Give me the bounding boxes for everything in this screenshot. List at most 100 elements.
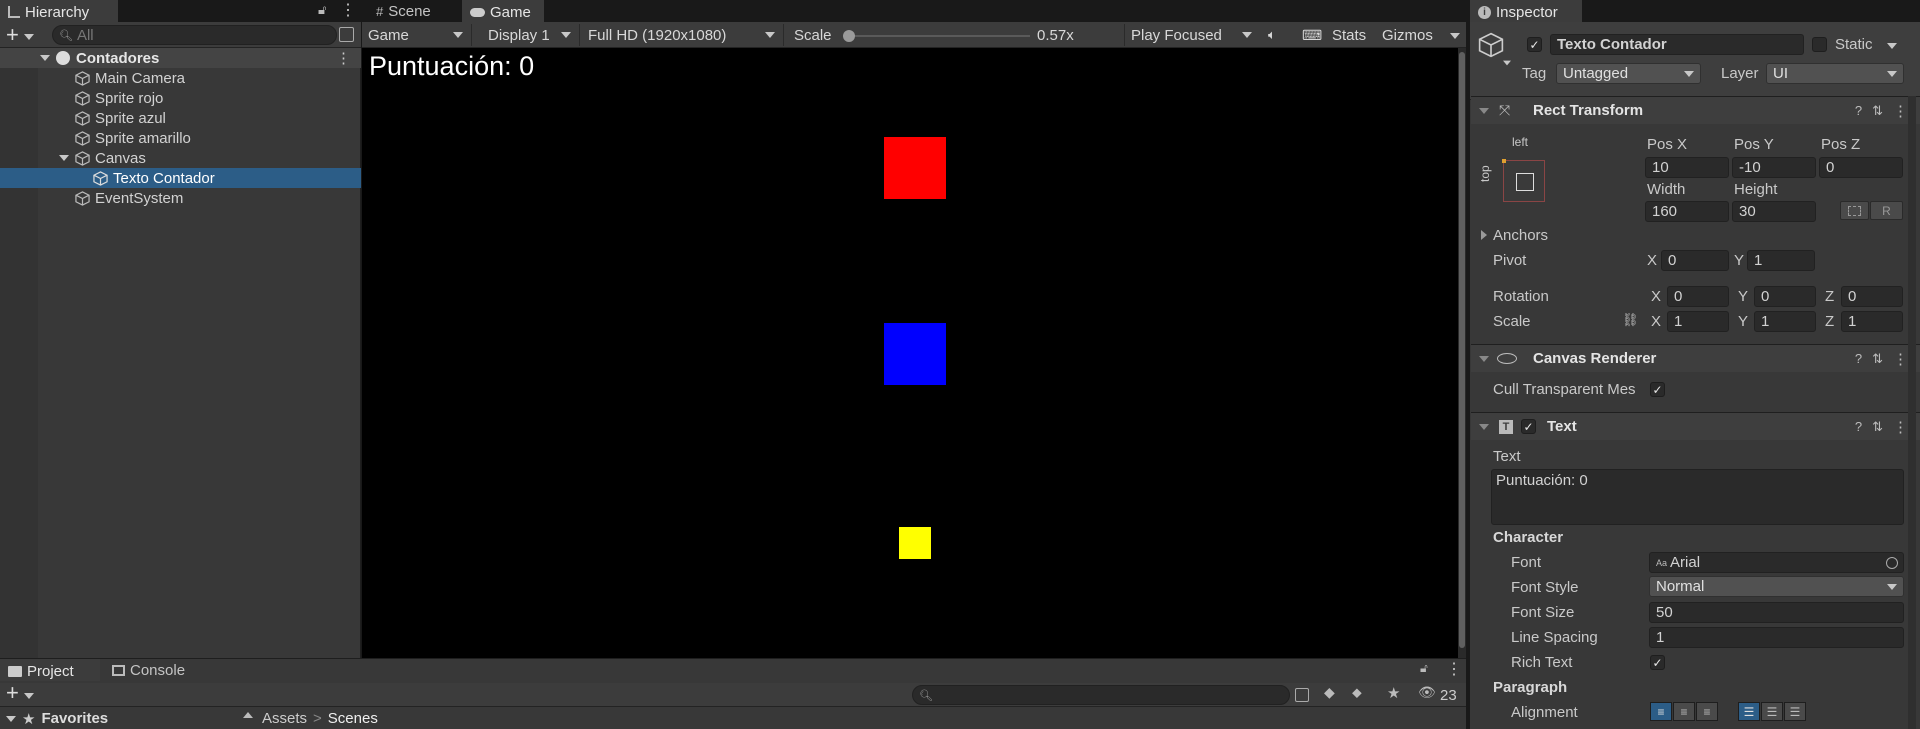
text-component-header[interactable]: T ✓ Text ? ⇅ ⋮ [1471,412,1920,440]
breadcrumb-scenes[interactable]: Scenes [328,710,378,727]
component-menu-icon[interactable]: ⋮ [1893,418,1908,436]
hierarchy-search-input[interactable]: 🔍︎ All [52,25,337,45]
collapse-icon[interactable] [1479,423,1489,430]
game-view-scroll-thumb[interactable] [1459,52,1465,648]
keyboard-icon[interactable]: ⌨︎ [1302,24,1322,46]
tab-inspector[interactable]: i Inspector [1470,0,1582,22]
help-icon[interactable]: ? [1855,419,1862,434]
tab-project[interactable]: Project [0,659,100,681]
constrain-proportions-icon[interactable]: ⛓︎ [1622,312,1639,328]
align-top-button[interactable]: ☰ [1738,702,1760,721]
tab-scene[interactable]: # Scene [368,0,439,22]
star-icon[interactable]: ★ [1387,684,1400,702]
mute-audio-icon[interactable]: 🔈︎ [1268,24,1276,46]
hierarchy-item-sprite-amarillo[interactable]: Sprite amarillo [0,128,361,148]
play-mode-dropdown[interactable]: Play Focused [1124,24,1260,46]
add-button[interactable]: + [6,680,19,706]
help-icon[interactable]: ? [1855,351,1862,366]
icon-dropdown-icon[interactable] [1503,60,1511,66]
project-search-input[interactable]: 🔍︎ [912,685,1290,705]
scene-row[interactable]: Contadores ⋮ [0,48,361,68]
tab-game[interactable]: Game [462,0,544,22]
align-center-button[interactable]: ≡ [1673,702,1695,721]
font-field[interactable]: Aa Arial [1649,552,1904,573]
font-style-dropdown[interactable]: Normal [1649,576,1904,597]
align-bottom-button[interactable]: ☰ [1784,702,1806,721]
object-name-field[interactable]: Texto Contador [1550,34,1804,55]
hidden-packages-icon[interactable]: 👁︎ [1418,684,1436,701]
scale-z-field[interactable]: 1 [1841,311,1903,332]
inspector-scrollbar[interactable] [1908,96,1916,729]
hierarchy-item-sprite-azul[interactable]: Sprite azul [0,108,361,128]
align-left-button[interactable]: ≡ [1650,702,1672,721]
label-icon[interactable]: ⬥ [1352,684,1362,701]
resolution-dropdown[interactable]: Full HD (1920x1080) [582,24,784,46]
tab-console[interactable]: Console [104,659,193,681]
layer-dropdown[interactable]: UI [1766,63,1904,84]
line-spacing-field[interactable]: 1 [1649,627,1904,648]
tag-dropdown[interactable]: Untagged [1556,63,1701,84]
rich-text-toggle[interactable]: ✓ [1650,655,1665,670]
rect-transform-header[interactable]: ⤧ Rect Transform ? ⇅ ⋮ [1471,96,1920,124]
filter-icon[interactable]: ◆ [1324,684,1335,701]
game-mode-dropdown[interactable]: Game [362,24,472,46]
add-dropdown-icon[interactable] [24,34,34,40]
game-view[interactable]: Puntuación: 0 [362,48,1458,658]
anchor-presets-button[interactable] [1502,159,1545,202]
canvas-renderer-header[interactable]: Canvas Renderer ? ⇅ ⋮ [1471,344,1920,372]
search-by-type-icon[interactable] [1295,688,1309,702]
component-menu-icon[interactable]: ⋮ [1893,350,1908,368]
breadcrumb-assets[interactable]: Assets [262,710,307,727]
cull-transparent-toggle[interactable]: ✓ [1650,382,1665,397]
presets-icon[interactable]: ⇅ [1872,419,1883,435]
pos-x-field[interactable]: 10 [1645,157,1729,178]
align-right-button[interactable]: ≡ [1696,702,1718,721]
pivot-y-field[interactable]: 1 [1747,250,1815,271]
gizmos-button[interactable]: Gizmos [1382,24,1433,46]
lock-icon[interactable]: 🔓︎ [1420,661,1428,676]
scene-menu-icon[interactable]: ⋮ [336,49,351,67]
presets-icon[interactable]: ⇅ [1872,103,1883,119]
object-picker-icon[interactable] [1886,556,1898,569]
breadcrumb-up-icon[interactable] [243,712,253,718]
expand-icon[interactable] [6,715,16,722]
hierarchy-item-canvas[interactable]: Canvas [0,148,361,168]
active-toggle[interactable]: ✓ [1527,37,1542,52]
pos-y-field[interactable]: -10 [1732,157,1816,178]
scale-x-field[interactable]: 1 [1667,311,1729,332]
hierarchy-item-main-camera[interactable]: Main Camera [0,68,361,88]
pivot-x-field[interactable]: 0 [1661,250,1729,271]
align-middle-button[interactable]: ☰ [1761,702,1783,721]
rotation-x-field[interactable]: 0 [1667,286,1729,307]
height-field[interactable]: 30 [1732,201,1816,222]
hierarchy-item-sprite-rojo[interactable]: Sprite rojo [0,88,361,108]
text-enabled-toggle[interactable]: ✓ [1521,419,1536,434]
expand-icon[interactable] [59,155,69,161]
rotation-y-field[interactable]: 0 [1754,286,1816,307]
favorites-row[interactable]: ★ Favorites [0,708,260,729]
anchors-expand-icon[interactable] [1481,230,1487,240]
gizmos-dropdown-icon[interactable] [1450,33,1460,39]
component-menu-icon[interactable]: ⋮ [1893,102,1908,120]
kebab-menu-icon[interactable]: ⋮ [340,0,356,20]
static-dropdown-icon[interactable] [1887,43,1897,49]
anchors-label[interactable]: Anchors [1493,227,1548,244]
scale-slider-thumb[interactable] [843,30,855,42]
text-content-area[interactable]: Puntuación: 0 [1491,469,1904,525]
raw-edit-button[interactable]: R [1870,201,1903,220]
search-options-icon[interactable] [339,27,354,42]
collapse-icon[interactable] [1479,355,1489,362]
scale-y-field[interactable]: 1 [1754,311,1816,332]
pos-z-field[interactable]: 0 [1819,157,1903,178]
blueprint-mode-button[interactable] [1840,201,1869,220]
stats-button[interactable]: Stats [1332,24,1366,46]
hierarchy-item-eventsystem[interactable]: EventSystem [0,188,361,208]
width-field[interactable]: 160 [1645,201,1729,222]
lock-icon[interactable]: 🔓︎ [318,2,326,18]
hierarchy-item-texto-contador[interactable]: Texto Contador [0,168,361,188]
collapse-icon[interactable] [1479,107,1489,114]
kebab-menu-icon[interactable]: ⋮ [1446,659,1462,679]
tab-hierarchy[interactable]: Hierarchy [0,0,118,22]
display-dropdown[interactable]: Display 1 [482,24,580,46]
font-size-field[interactable]: 50 [1649,602,1904,623]
